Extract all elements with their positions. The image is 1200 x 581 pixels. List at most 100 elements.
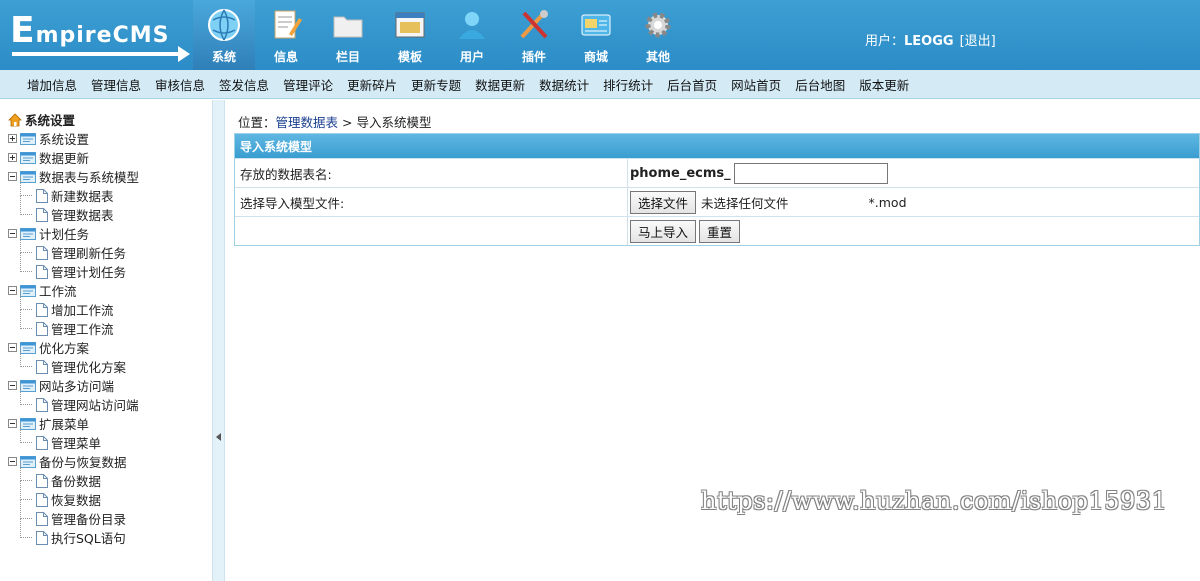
tree-group-label: 备份与恢复数据 <box>39 455 127 470</box>
tree-group[interactable]: 网站多访问端 <box>8 376 139 395</box>
tree-item[interactable]: 执行SQL语句 <box>8 518 139 547</box>
page-icon <box>36 492 48 507</box>
module-shop-card[interactable]: 商城 <box>565 0 627 70</box>
page-icon <box>36 511 48 526</box>
subnav-link[interactable]: 审核信息 <box>155 75 205 94</box>
tree-group[interactable]: 数据表与系统模型 <box>8 167 139 186</box>
empirecms-logo[interactable]: EmpireCMS <box>4 10 190 64</box>
subnav-link[interactable]: 数据统计 <box>539 75 589 94</box>
module-folder[interactable]: 栏目 <box>317 0 379 70</box>
tree-item[interactable]: 管理工作流 <box>8 309 139 338</box>
tree-group-label: 数据表与系统模型 <box>39 170 140 185</box>
tree-group-label: 优化方案 <box>39 341 90 356</box>
table-prefix: phome_ecms_ <box>630 165 731 181</box>
subnav-link[interactable]: 管理信息 <box>91 75 141 94</box>
page-icon <box>36 359 48 374</box>
no-file-text: 未选择任何文件 <box>701 195 789 211</box>
tree-item-label: 管理网站访问端 <box>51 398 139 413</box>
tree-item[interactable]: 管理网站访问端 <box>8 385 139 414</box>
tree-item[interactable]: 增加工作流 <box>8 290 139 319</box>
subnav-link[interactable]: 更新碎片 <box>347 75 397 94</box>
collapse-arrow-icon[interactable] <box>216 433 221 441</box>
tree-item[interactable]: 备份数据 <box>8 461 139 490</box>
logout-link[interactable]: [退出] <box>960 34 996 49</box>
tree-item-label: 管理刷新任务 <box>51 246 127 261</box>
subnav-link[interactable]: 数据更新 <box>475 75 525 94</box>
subnav-link[interactable]: 增加信息 <box>27 75 77 94</box>
reset-button[interactable]: 重置 <box>699 219 741 243</box>
breadcrumb-link-manage-tables[interactable]: 管理数据表 <box>276 115 339 130</box>
sidebar-tree: 系统设置 数据更新数据表与系统模型 新建数据表管理数据表 计划任务管理刷新任务 管理计划… <box>8 129 139 547</box>
sidebar: 系统设置 系统设置 数据更新 数据表与系统模型 新建数据表 管理数据表 计划任务 管理刷新任… <box>0 100 213 581</box>
tree-group[interactable]: 优化方案 <box>8 338 139 357</box>
subnav-link[interactable]: 管理评论 <box>283 75 333 94</box>
subnav-link[interactable]: 版本更新 <box>859 75 909 94</box>
module-user[interactable]: 用户 <box>441 0 503 70</box>
subnav-link[interactable]: 排行统计 <box>603 75 653 94</box>
user-icon <box>455 8 489 42</box>
module-document-edit[interactable]: 信息 <box>255 0 317 70</box>
tools-icon <box>517 8 551 42</box>
file-label: 选择导入模型文件: <box>235 188 628 216</box>
folder-icon <box>20 170 36 183</box>
expand-plus-icon[interactable] <box>8 153 17 162</box>
import-now-button[interactable]: 马上导入 <box>630 219 697 243</box>
expand-plus-icon[interactable] <box>8 134 17 143</box>
table-name-input[interactable] <box>733 162 888 184</box>
collapse-minus-icon[interactable] <box>8 229 17 238</box>
page-icon <box>36 302 48 317</box>
module-label: 信息 <box>273 50 298 64</box>
tree-item[interactable]: 管理备份目录 <box>8 499 139 528</box>
tree-item[interactable]: 恢复数据 <box>8 480 139 509</box>
breadcrumb-separator: > <box>338 115 357 130</box>
tree-group[interactable]: 扩展菜单 <box>8 414 139 433</box>
subnav-link[interactable]: 签发信息 <box>219 75 269 94</box>
module-window-template[interactable]: 模板 <box>379 0 441 70</box>
tree-group-label: 网站多访问端 <box>39 379 115 394</box>
logo-text: mpireCMS <box>35 23 170 48</box>
tree-item-label: 管理工作流 <box>51 322 114 337</box>
tree-item[interactable]: 管理计划任务 <box>8 252 139 281</box>
tree-item[interactable]: 管理数据表 <box>8 195 139 224</box>
tree-group[interactable]: 工作流 <box>8 281 139 300</box>
subnav-link[interactable]: 网站首页 <box>731 75 781 94</box>
tree-item[interactable]: 新建数据表 <box>8 176 139 205</box>
logo-arrow <box>12 46 190 62</box>
empty-cell <box>235 217 628 245</box>
folder-icon <box>20 341 36 354</box>
module-nav: 系统 信息 栏目 模板 用户 插件 商城 其他 <box>193 0 689 70</box>
module-tools[interactable]: 插件 <box>503 0 565 70</box>
collapse-minus-icon[interactable] <box>8 343 17 352</box>
subnav-link[interactable]: 后台首页 <box>667 75 717 94</box>
tree-root[interactable]: 系统设置 <box>8 110 75 129</box>
module-label: 其他 <box>645 50 670 64</box>
collapse-minus-icon[interactable] <box>8 172 17 181</box>
tree-item[interactable]: 管理菜单 <box>8 423 139 452</box>
collapse-minus-icon[interactable] <box>8 419 17 428</box>
module-globe[interactable]: 系统 <box>193 0 255 70</box>
page-icon <box>36 530 48 545</box>
sidebar-splitter[interactable] <box>213 100 225 581</box>
collapse-minus-icon[interactable] <box>8 381 17 390</box>
tree-item[interactable]: 管理优化方案 <box>8 347 139 376</box>
subnav-link[interactable]: 更新专题 <box>411 75 461 94</box>
tree-group[interactable]: 系统设置 <box>8 129 139 148</box>
page-icon <box>36 397 48 412</box>
choose-file-button[interactable]: 选择文件 <box>630 190 697 214</box>
tree-group-label: 工作流 <box>39 284 77 299</box>
subnav-link[interactable]: 后台地图 <box>795 75 845 94</box>
page-icon <box>36 264 48 279</box>
tree-group[interactable]: 备份与恢复数据 <box>8 452 139 471</box>
folder-icon <box>331 8 365 42</box>
tree-item-label: 管理数据表 <box>51 208 114 223</box>
collapse-minus-icon[interactable] <box>8 457 17 466</box>
shop-card-icon <box>579 8 613 42</box>
module-label: 插件 <box>521 50 546 64</box>
collapse-minus-icon[interactable] <box>8 286 17 295</box>
tree-item[interactable]: 管理刷新任务 <box>8 233 139 262</box>
folder-icon <box>20 417 36 430</box>
tree-group[interactable]: 数据更新 <box>8 148 139 167</box>
folder-icon <box>20 151 36 164</box>
tree-group[interactable]: 计划任务 <box>8 224 139 243</box>
module-gear[interactable]: 其他 <box>627 0 689 70</box>
